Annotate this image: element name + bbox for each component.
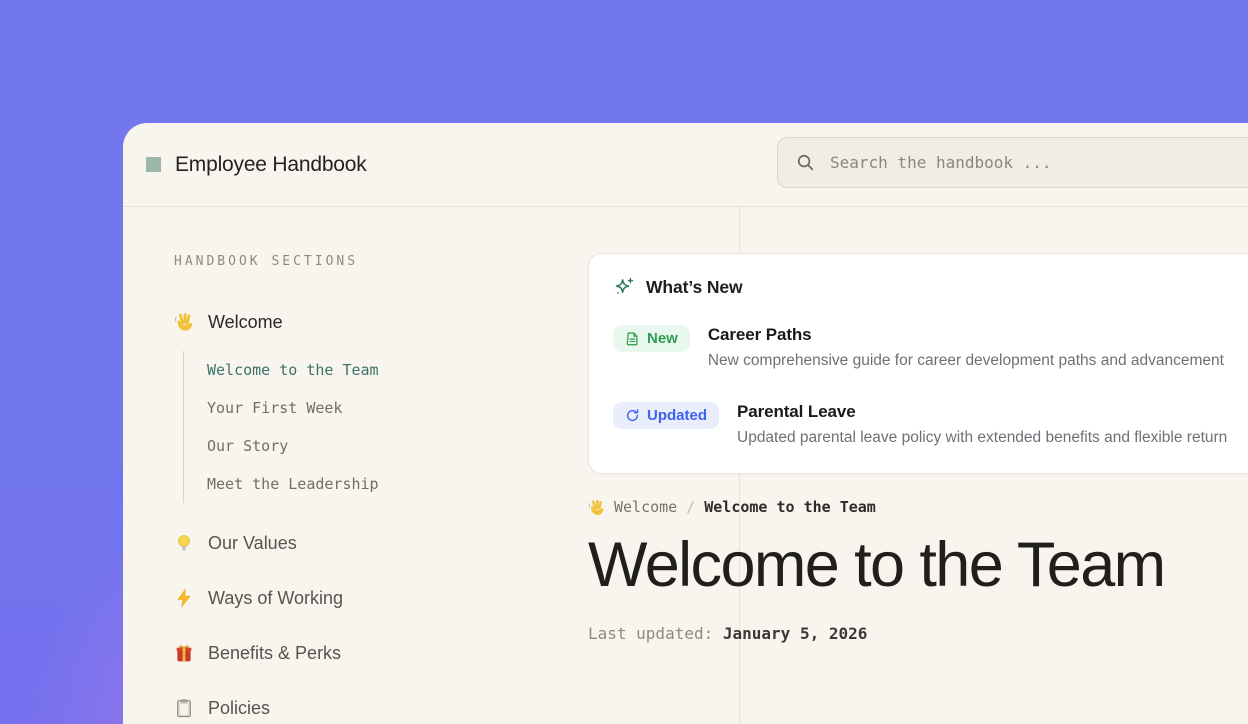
breadcrumb: Welcome / Welcome to the Team <box>588 498 1248 516</box>
entry-description: New comprehensive guide for career devel… <box>708 352 1224 370</box>
whats-new-panel: What’s New New Career Paths New comprehe… <box>588 253 1248 474</box>
entry-title: Parental Leave <box>737 402 1227 422</box>
whats-new-entry-parental-leave[interactable]: Updated Parental Leave Updated parental … <box>613 402 1248 447</box>
main-content: What’s New New Career Paths New comprehe… <box>588 207 1248 643</box>
sidebar-item-label: Benefits & Perks <box>208 643 341 664</box>
sidebar-item-label: Ways of Working <box>208 588 343 609</box>
sidebar-item-label: Welcome <box>208 312 283 333</box>
whats-new-entry-career-paths[interactable]: New Career Paths New comprehensive guide… <box>613 325 1248 370</box>
waving-hand-icon <box>174 312 194 332</box>
waving-hand-icon <box>588 499 605 516</box>
search-input[interactable] <box>830 153 1248 172</box>
document-icon <box>625 331 640 346</box>
sidebar-item-label: Policies <box>208 698 270 719</box>
page-title: Welcome to the Team <box>588 533 1248 597</box>
lightning-icon <box>174 588 194 608</box>
breadcrumb-separator: / <box>686 498 695 516</box>
badge-label: New <box>647 330 678 347</box>
search-icon <box>796 153 815 172</box>
gift-icon <box>174 643 194 663</box>
whats-new-title: What’s New <box>646 277 743 298</box>
sparkles-icon <box>613 276 635 298</box>
refresh-icon <box>625 408 640 423</box>
last-updated-label: Last updated: <box>588 624 713 643</box>
breadcrumb-section[interactable]: Welcome <box>614 498 677 516</box>
updated-badge: Updated <box>613 402 719 429</box>
entry-description: Updated parental leave policy with exten… <box>737 429 1227 447</box>
badge-label: Updated <box>647 407 707 424</box>
whats-new-header: What’s New <box>613 276 1248 298</box>
breadcrumb-current-page: Welcome to the Team <box>704 498 876 516</box>
new-badge: New <box>613 325 690 352</box>
logo-square-icon <box>146 157 161 172</box>
last-updated: Last updated: January 5, 2026 <box>588 624 1248 643</box>
app-header: Employee Handbook <box>123 123 1248 207</box>
last-updated-value: January 5, 2026 <box>723 624 868 643</box>
app-title: Employee Handbook <box>175 153 367 177</box>
sidebar-item-label: Our Values <box>208 533 297 554</box>
sidebar-item-policies[interactable]: Policies <box>174 693 739 723</box>
entry-title: Career Paths <box>708 325 1224 345</box>
light-bulb-icon <box>174 533 194 553</box>
clipboard-icon <box>174 698 194 718</box>
search-box[interactable] <box>777 137 1248 188</box>
handbook-window: Employee Handbook HANDBOOK SECTIONS Welc… <box>123 123 1248 724</box>
